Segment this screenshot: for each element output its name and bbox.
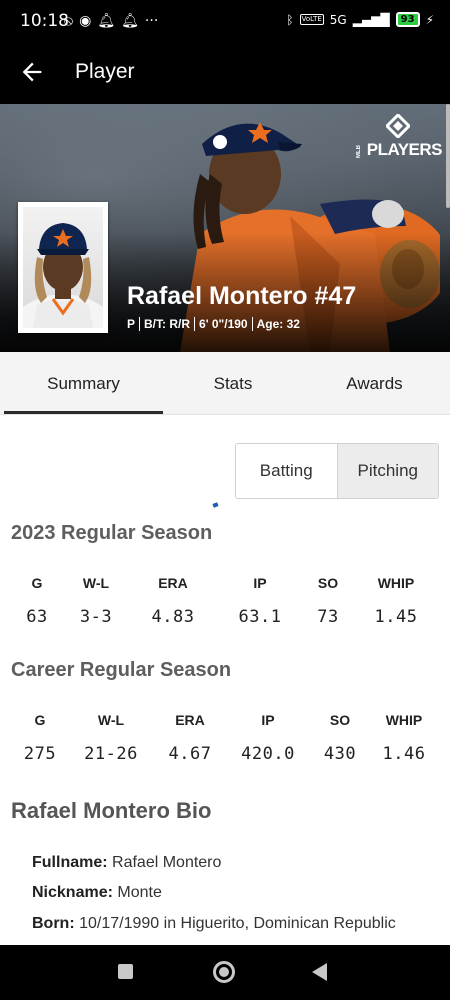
meta-divider (139, 317, 141, 331)
stat-header-wl: W-L (82, 575, 110, 591)
meta-divider (194, 317, 196, 331)
stat-value-so: 73 (317, 607, 339, 627)
back-triangle-icon[interactable] (312, 963, 327, 981)
bell-icon: 🔔︎ (121, 13, 139, 29)
tab-bar: Summary Stats Awards (0, 352, 450, 415)
stat-value-wl: 21-26 (84, 744, 138, 764)
loading-indicator (212, 502, 219, 508)
battery-icon: 93 (395, 12, 420, 27)
stat-value-g: 275 (23, 744, 57, 764)
stat-value-ip: 63.1 (238, 607, 282, 627)
system-nav-bar (0, 945, 450, 1000)
active-tab-indicator (4, 411, 163, 414)
stat-value-so: 430 (323, 744, 357, 764)
stat-value-era: 4.83 (151, 607, 195, 627)
bio-label: Fullname: (32, 854, 108, 871)
bio-label: Nickname: (32, 884, 113, 901)
more-icon: ··· (144, 13, 159, 29)
bio-fullname: Fullname: Rafael Montero (32, 854, 221, 872)
stat-header-whip: WHIP (385, 712, 423, 728)
tab-awards[interactable]: Awards (303, 352, 446, 415)
meta-divider (251, 317, 253, 331)
meta-position: P (127, 317, 136, 331)
bio-nickname: Nickname: Monte (32, 884, 162, 902)
status-left-icons: ⦸ ◉ 🔔︎ 🔔︎ ··· (64, 12, 158, 30)
network-label: 5G (329, 12, 347, 27)
bio-value: Rafael Montero (112, 854, 222, 871)
status-bar: 10:18 ⦸ ◉ 🔔︎ 🔔︎ ··· ᛒ VoLTE 5G ▂▄▆█ 93 ⚡… (0, 0, 450, 42)
bio-born: Born: 10/17/1990 in Higuerito, Dominican… (32, 915, 396, 933)
player-meta: P B/T: R/R 6' 0"/190 Age: 32 (127, 317, 300, 331)
stat-value-whip: 1.45 (374, 607, 418, 627)
status-right-icons: ᛒ VoLTE 5G ▂▄▆█ 93 ⚡︎ (286, 12, 434, 27)
meta-height-weight: 6' 0"/190 (199, 317, 248, 331)
stat-header-g: G (31, 575, 43, 591)
stat-value-g: 63 (26, 607, 48, 627)
bio-value: 10/17/1990 in Higuerito, Dominican Repub… (79, 915, 396, 932)
bio-label: Born: (32, 915, 75, 932)
stat-value-ip: 420.0 (241, 744, 295, 764)
signal-icon: ▂▄▆█ (352, 12, 390, 27)
headshot-illustration (23, 223, 103, 328)
stat-value-wl: 3-3 (79, 607, 113, 627)
players-logo-text: PLAYERS (366, 140, 443, 159)
home-icon[interactable] (213, 961, 235, 983)
stat-header-wl: W-L (97, 712, 125, 728)
mlb-players-logo: MLB PLAYERS (356, 114, 443, 166)
bluetooth-icon: ᛒ (286, 12, 294, 27)
bell-icon: 🔔︎ (97, 13, 116, 29)
wifi-off-icon: ⦸ (64, 13, 74, 29)
meta-bats-throws: B/T: R/R (144, 317, 191, 331)
player-name: Rafael Montero #47 (127, 282, 357, 310)
recents-icon[interactable] (118, 964, 133, 979)
stat-value-whip: 1.46 (382, 744, 426, 764)
back-arrow-icon[interactable] (18, 58, 46, 86)
stat-header-g: G (34, 712, 46, 728)
scrollbar-thumb[interactable] (446, 104, 450, 208)
stat-header-ip: IP (261, 712, 275, 728)
stat-value-era: 4.67 (168, 744, 212, 764)
tab-summary[interactable]: Summary (4, 352, 163, 415)
bio-value: Monte (117, 884, 162, 901)
season-2023-title: 2023 Regular Season (11, 522, 213, 544)
career-title: Career Regular Season (11, 659, 232, 681)
messenger-icon: ◉ (79, 13, 92, 29)
pitching-button[interactable]: Pitching (337, 444, 438, 498)
page-title: Player (75, 60, 135, 83)
player-headshot (18, 202, 108, 333)
app-bar: Player (0, 42, 450, 104)
batting-button[interactable]: Batting (236, 444, 338, 498)
volte-icon: VoLTE (299, 14, 324, 25)
stat-header-era: ERA (158, 575, 188, 591)
headshot-photo (23, 207, 103, 328)
stat-header-so: SO (317, 575, 339, 591)
stat-header-so: SO (329, 712, 351, 728)
stat-header-ip: IP (253, 575, 267, 591)
charging-icon: ⚡︎ (425, 12, 434, 27)
stat-header-whip: WHIP (377, 575, 415, 591)
tab-stats[interactable]: Stats (163, 352, 303, 415)
bio-title: Rafael Montero Bio (11, 798, 212, 823)
diamond-icon (386, 114, 410, 138)
stat-header-era: ERA (175, 712, 205, 728)
meta-age: Age: 32 (256, 317, 300, 331)
batting-pitching-toggle: Batting Pitching (235, 443, 439, 499)
status-time: 10:18 (20, 11, 69, 31)
